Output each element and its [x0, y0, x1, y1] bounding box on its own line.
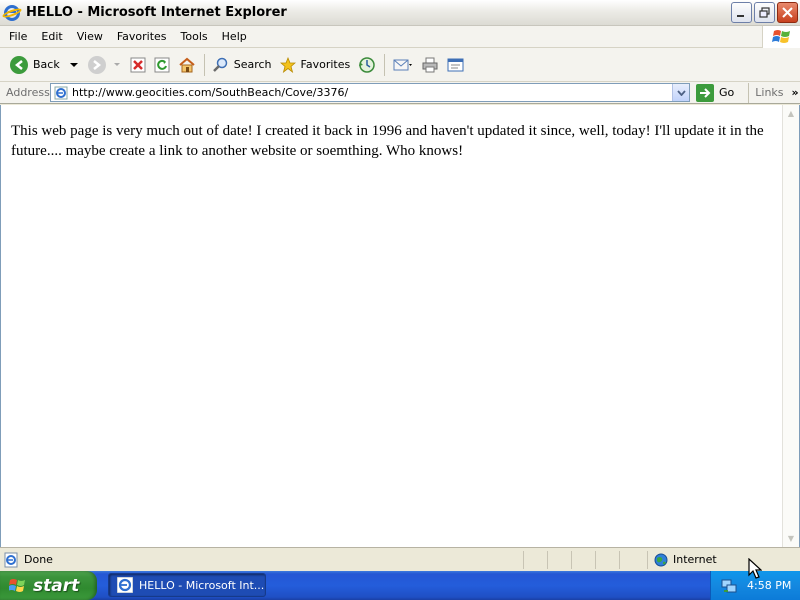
address-input[interactable]: http://www.geocities.com/SouthBeach/Cove…	[50, 83, 690, 102]
menu-tools[interactable]: Tools	[174, 26, 215, 48]
menu-file[interactable]: File	[2, 26, 34, 48]
address-url: http://www.geocities.com/SouthBeach/Cove…	[72, 86, 349, 99]
status-message: Done	[3, 552, 523, 568]
history-button[interactable]	[354, 52, 380, 78]
mail-button[interactable]	[389, 52, 417, 78]
close-icon	[782, 7, 793, 18]
status-bar: Done Internet	[0, 547, 800, 571]
menu-favorites[interactable]: Favorites	[110, 26, 174, 48]
taskbar: start HELLO - Microsoft Int... 4:58 PM	[0, 571, 800, 600]
vertical-scrollbar[interactable]: ▲ ▼	[782, 105, 799, 547]
links-toolbar[interactable]: Links »	[748, 82, 799, 103]
globe-icon	[654, 553, 668, 566]
standard-toolbar: Back Search Favorites	[0, 48, 800, 82]
print-button[interactable]	[417, 52, 443, 78]
start-label: start	[33, 575, 80, 596]
minimize-button[interactable]	[731, 2, 752, 23]
scroll-down-icon[interactable]: ▼	[783, 530, 799, 547]
toolbar-separator	[203, 53, 205, 76]
favorites-label: Favorites	[300, 58, 351, 71]
menu-bar: File Edit View Favorites Tools Help	[0, 26, 800, 48]
status-pane	[595, 550, 619, 569]
chevron-right-double-icon[interactable]: »	[792, 86, 799, 99]
address-bar: Address http://www.geocities.com/SouthBe…	[0, 82, 800, 104]
minimize-icon	[737, 15, 744, 17]
menu-edit[interactable]: Edit	[34, 26, 69, 48]
security-zone[interactable]: Internet	[647, 550, 717, 569]
star-icon	[279, 56, 296, 73]
windows-logo-icon	[8, 577, 27, 595]
page-viewport: This web page is very much out of date! …	[0, 105, 782, 547]
status-pane	[547, 550, 571, 569]
favorites-button[interactable]: Favorites	[276, 52, 355, 78]
page-body-text: This web page is very much out of date! …	[11, 123, 764, 159]
chevron-down-icon	[676, 89, 686, 96]
windows-logo-icon	[762, 26, 800, 48]
ie-icon	[116, 576, 134, 594]
close-button[interactable]	[777, 2, 798, 23]
go-label: Go	[719, 86, 735, 99]
forward-arrow-icon	[87, 55, 106, 74]
go-button[interactable]: Go	[696, 83, 735, 102]
page-icon	[54, 86, 68, 100]
start-button[interactable]: start	[0, 571, 97, 600]
edit-page-icon	[447, 58, 464, 71]
mail-icon	[393, 59, 413, 70]
links-label: Links	[755, 86, 784, 99]
address-label: Address	[6, 86, 50, 99]
history-icon	[359, 56, 375, 73]
toolbar-separator	[384, 53, 386, 76]
status-text: Done	[24, 553, 53, 566]
taskbar-item-label: HELLO - Microsoft Int...	[139, 578, 265, 592]
taskbar-item-ie[interactable]: HELLO - Microsoft Int...	[108, 573, 266, 597]
restore-button[interactable]	[754, 2, 775, 23]
edit-button[interactable]	[443, 52, 469, 78]
search-icon	[212, 57, 227, 72]
printer-icon	[422, 57, 438, 72]
refresh-button[interactable]	[150, 52, 174, 78]
refresh-icon	[154, 57, 170, 72]
zone-label: Internet	[673, 553, 717, 566]
title-bar[interactable]: HELLO - Microsoft Internet Explorer	[0, 0, 800, 26]
clock[interactable]: 4:58 PM	[747, 579, 791, 592]
status-pane	[571, 550, 595, 569]
back-label: Back	[33, 58, 60, 71]
mouse-cursor-icon	[748, 558, 762, 579]
go-arrow-icon	[696, 83, 714, 102]
stop-icon	[130, 57, 146, 72]
ie-icon[interactable]	[1, 4, 23, 21]
restore-icon	[759, 7, 770, 18]
address-dropdown-button[interactable]	[672, 84, 689, 101]
back-button[interactable]: Back	[6, 52, 84, 78]
status-pane	[523, 550, 547, 569]
network-icon[interactable]	[721, 578, 737, 594]
forward-button[interactable]	[84, 52, 126, 78]
chevron-down-icon[interactable]	[68, 60, 80, 70]
back-arrow-icon	[10, 55, 28, 74]
stop-button[interactable]	[126, 52, 150, 78]
scroll-up-icon[interactable]: ▲	[783, 105, 799, 122]
search-label: Search	[233, 58, 272, 71]
home-icon	[179, 57, 195, 72]
home-button[interactable]	[174, 52, 200, 78]
page-done-icon	[4, 552, 18, 567]
chevron-down-icon[interactable]	[112, 60, 122, 70]
menu-help[interactable]: Help	[215, 26, 254, 48]
window-title: HELLO - Microsoft Internet Explorer	[26, 5, 287, 20]
menu-view[interactable]: View	[70, 26, 110, 48]
status-panes	[523, 550, 643, 569]
search-button[interactable]: Search	[209, 52, 276, 78]
status-pane	[619, 550, 643, 569]
window-controls	[731, 2, 798, 23]
